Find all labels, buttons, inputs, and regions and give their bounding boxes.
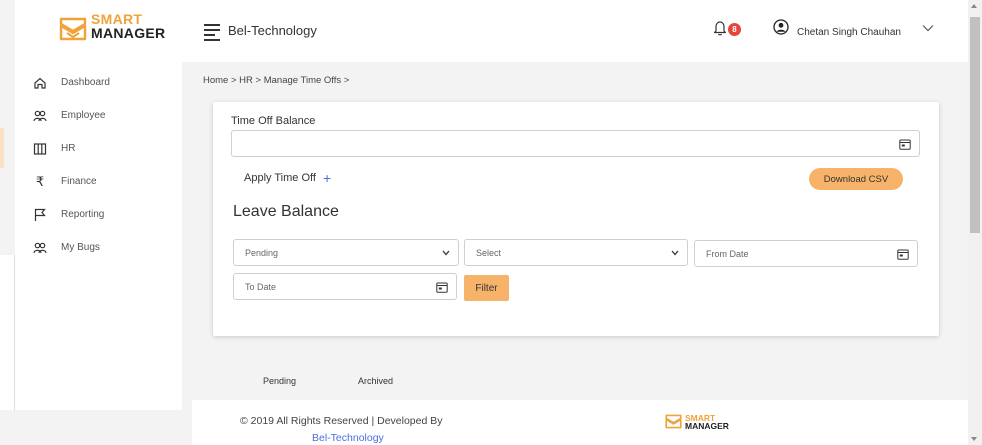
type-select[interactable]: Select (464, 239, 688, 266)
sidebar: SMART MANAGER Dashboard Employee HR ₹ Fi… (15, 0, 182, 410)
users-icon (33, 242, 47, 253)
sidebar-item-label: Employee (61, 110, 106, 121)
leave-balance-title: Leave Balance (233, 203, 339, 220)
type-select-value: Select (476, 247, 502, 258)
app-logo[interactable]: SMART MANAGER (59, 12, 165, 45)
chevron-down-icon (671, 250, 679, 256)
time-off-card: Time Off Balance Apply Time Off + Downlo… (213, 102, 939, 336)
sidebar-item-reporting[interactable]: Reporting (15, 198, 182, 231)
page-scrollbar[interactable] (968, 0, 982, 445)
logo-text-manager: MANAGER (91, 25, 166, 41)
left-edge-panel (0, 255, 15, 410)
rupee-icon: ₹ (35, 173, 45, 189)
logo-mark-icon (59, 17, 87, 40)
sidebar-item-finance[interactable]: ₹ Finance (15, 165, 182, 198)
footer-logo-text-manager: MANAGER (685, 420, 729, 431)
home-icon (34, 77, 46, 89)
menu-icon[interactable] (204, 24, 220, 41)
sidebar-nav: Dashboard Employee HR ₹ Finance Reportin… (15, 66, 182, 264)
filter-button[interactable]: Filter (464, 275, 509, 301)
calendar-icon[interactable] (899, 139, 911, 150)
logo-text-smart: SMART (91, 11, 143, 27)
status-select[interactable]: Pending (233, 239, 459, 266)
calendar-icon[interactable] (436, 282, 448, 293)
time-off-balance-input[interactable] (231, 130, 920, 157)
notification-badge: 8 (728, 23, 741, 36)
calendar-icon[interactable] (897, 249, 909, 260)
breadcrumb[interactable]: Home > HR > Manage Time Offs > (203, 75, 349, 86)
columns-icon (33, 142, 47, 155)
scroll-down-arrow-icon[interactable] (971, 437, 977, 441)
scroll-thumb[interactable] (970, 17, 980, 233)
logo-mark-icon (665, 414, 682, 429)
user-name[interactable]: Chetan Singh Chauhan (797, 27, 901, 38)
chevron-down-icon[interactable] (922, 24, 934, 32)
footer: © 2019 All Rights Reserved | Developed B… (192, 400, 968, 445)
user-avatar-icon[interactable] (773, 19, 789, 35)
footer-logo: SMART MANAGER (665, 413, 729, 430)
app-root: SMART MANAGER Dashboard Employee HR ₹ Fi… (0, 0, 982, 445)
plus-icon: + (322, 170, 332, 186)
to-date-placeholder: To Date (245, 281, 277, 292)
sidebar-item-my-bugs[interactable]: My Bugs (15, 231, 182, 264)
bell-icon[interactable] (713, 20, 727, 36)
chevron-down-icon (442, 250, 450, 256)
header-title: Bel-Technology (228, 23, 317, 38)
from-date-input[interactable]: From Date (694, 240, 918, 267)
from-date-placeholder: From Date (706, 248, 749, 259)
download-csv-button[interactable]: Download CSV (809, 168, 903, 190)
sidebar-item-label: Reporting (61, 209, 105, 220)
sidebar-item-label: Finance (61, 176, 97, 187)
sidebar-item-label: Dashboard (61, 77, 110, 88)
sidebar-item-label: My Bugs (61, 242, 100, 253)
sidebar-item-employee[interactable]: Employee (15, 99, 182, 132)
footer-developer-link[interactable]: Bel-Technology (312, 432, 384, 444)
apply-time-off-link[interactable]: Apply Time Off + (244, 170, 332, 186)
apply-time-off-label: Apply Time Off (244, 172, 316, 184)
tab-archived[interactable]: Archived (358, 376, 393, 386)
sidebar-item-label: HR (61, 143, 76, 154)
footer-copyright: © 2019 All Rights Reserved | Developed B… (240, 415, 443, 427)
tab-pending[interactable]: Pending (263, 376, 296, 386)
to-date-input[interactable]: To Date (233, 273, 457, 300)
edge-accent (0, 128, 4, 168)
scroll-up-arrow-icon[interactable] (971, 4, 977, 8)
flag-icon (34, 208, 46, 221)
users-icon (33, 110, 47, 121)
status-select-value: Pending (245, 247, 279, 258)
sidebar-item-dashboard[interactable]: Dashboard (15, 66, 182, 99)
time-off-balance-label: Time Off Balance (231, 115, 316, 127)
sidebar-item-hr[interactable]: HR (15, 132, 182, 165)
top-header: Bel-Technology 8 Chetan Singh Chauhan (182, 0, 968, 62)
